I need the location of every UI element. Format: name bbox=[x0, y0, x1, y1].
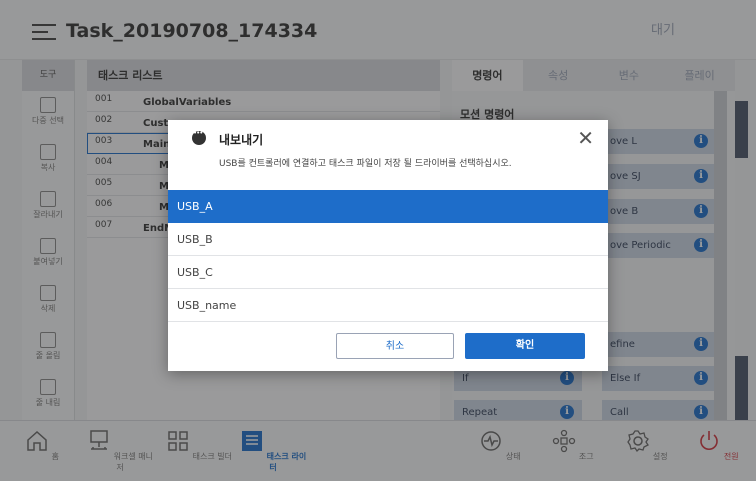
confirm-button[interactable]: 확인 bbox=[465, 333, 585, 359]
dialog-title: 내보내기 bbox=[219, 133, 264, 147]
more-icon bbox=[192, 129, 206, 145]
drive-option-usb-name[interactable]: USB_name bbox=[168, 289, 608, 322]
drive-option-usb-b[interactable]: USB_B bbox=[168, 223, 608, 256]
export-dialog: 내보내기 USB를 컨트롤러에 연결하고 태스크 파일이 저장 될 드라이버를 … bbox=[168, 120, 608, 371]
cancel-button[interactable]: 취소 bbox=[336, 333, 454, 359]
drive-option-usb-c[interactable]: USB_C bbox=[168, 256, 608, 289]
drive-option-usb-a[interactable]: USB_A bbox=[168, 190, 608, 223]
close-icon[interactable]: ✕ bbox=[577, 126, 594, 150]
dialog-description: USB를 컨트롤러에 연결하고 태스크 파일이 저장 될 드라이버를 선택하십시… bbox=[219, 159, 512, 169]
